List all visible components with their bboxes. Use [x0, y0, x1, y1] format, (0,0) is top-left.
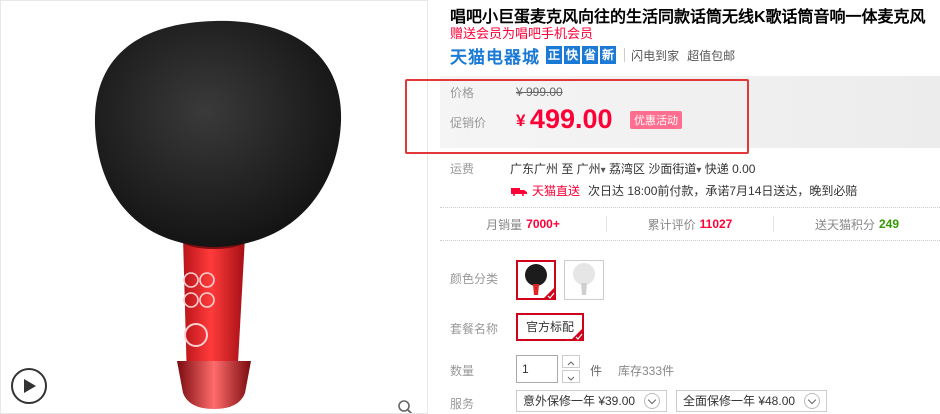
quantity-label: 数量 — [450, 364, 475, 378]
flash-delivery-label: 闪电到家 — [631, 48, 680, 63]
product-image — [94, 20, 342, 409]
stat-points: 送天猫积分 249 — [774, 216, 940, 232]
stat-monthly-sales: 月销量 7000+ — [440, 216, 607, 232]
quantity-increase-button[interactable] — [562, 355, 580, 368]
zoom-icon[interactable] — [397, 399, 413, 414]
color-swatch-black[interactable] — [516, 260, 556, 300]
product-subtitle: 赠送会员为唱吧手机会员 — [450, 26, 594, 41]
selected-check-icon — [571, 328, 584, 340]
shipping-from: 广东广州 至 广州 — [510, 162, 601, 176]
white-mic-thumbnail — [573, 263, 595, 295]
service-option-label: 意外保修一年 ¥39.00 — [523, 394, 636, 408]
shipping-district[interactable]: 荔湾区 沙面街道 — [609, 162, 696, 176]
badge-new: 新 — [600, 46, 617, 64]
quantity-input[interactable]: 1 — [516, 355, 558, 383]
delivery-promise: 天猫直送 次日达 18:00前付款，承诺7月14日送达，晚到必赔 — [510, 182, 857, 199]
badge-save: 省 — [582, 46, 599, 64]
stock-count: 库存333件 — [618, 364, 675, 378]
badge-fast: 快 — [564, 46, 581, 64]
chevron-down-icon: ▾ — [600, 165, 606, 176]
play-icon — [24, 379, 36, 393]
shipping-route[interactable]: 广东广州 至 广州▾ 荔湾区 沙面街道▾ 快递 0.00 — [510, 160, 755, 177]
service-label: 服务 — [450, 397, 475, 411]
package-option-standard[interactable]: 官方标配 — [516, 313, 585, 341]
chevron-up-icon — [567, 361, 575, 366]
quantity-unit: 件 — [590, 364, 603, 378]
tmall-logo[interactable]: 天猫电器城 — [450, 43, 540, 68]
truck-icon — [511, 187, 527, 196]
selected-check-icon — [543, 287, 555, 299]
product-gallery — [0, 0, 428, 414]
stat-value: 7000+ — [526, 217, 560, 231]
badge-genuine: 正 — [546, 46, 563, 64]
quantity-decrease-button[interactable] — [562, 370, 580, 383]
service-option-label: 全面保修一年 ¥48.00 — [683, 394, 796, 408]
stat-value: 249 — [878, 217, 900, 231]
service-option-accident-warranty[interactable]: 意外保修一年 ¥39.00 — [516, 390, 668, 412]
chevron-down-icon — [804, 393, 821, 409]
delivery-eta: 次日达 18:00前付款，承诺7月14日送达，晚到必赔 — [588, 184, 858, 198]
sales-stats: 月销量 7000+ 累计评价 11027 送天猫积分 249 — [440, 207, 940, 241]
package-option-label: 官方标配 — [526, 320, 575, 334]
color-label: 颜色分类 — [450, 272, 499, 286]
stat-label: 累计评价 — [647, 217, 696, 232]
tmall-direct-label: 天猫直送 — [532, 184, 581, 198]
shipping-fee: 快递 0.00 — [704, 162, 756, 176]
chevron-down-icon — [644, 393, 661, 409]
stat-label: 送天猫积分 — [814, 217, 875, 232]
package-label: 套餐名称 — [450, 322, 499, 336]
service-option-full-warranty[interactable]: 全面保修一年 ¥48.00 — [676, 390, 828, 412]
shipping-label: 运费 — [450, 162, 475, 176]
chevron-down-icon: ▾ — [696, 165, 702, 176]
free-shipping-label: 超值包邮 — [687, 48, 736, 63]
stat-label: 月销量 — [486, 217, 523, 232]
stat-value: 11027 — [699, 217, 733, 231]
price-highlight-box — [405, 79, 749, 154]
divider — [624, 48, 626, 62]
chevron-down-icon — [567, 376, 575, 381]
service-badges: 正 快 省 新 — [544, 46, 617, 64]
tmall-store-row: 天猫电器城 正 快 省 新 闪电到家 超值包邮 — [450, 43, 743, 68]
stat-reviews[interactable]: 累计评价 11027 — [607, 216, 774, 232]
color-swatch-white[interactable] — [564, 260, 604, 300]
video-play-button[interactable] — [11, 368, 47, 404]
